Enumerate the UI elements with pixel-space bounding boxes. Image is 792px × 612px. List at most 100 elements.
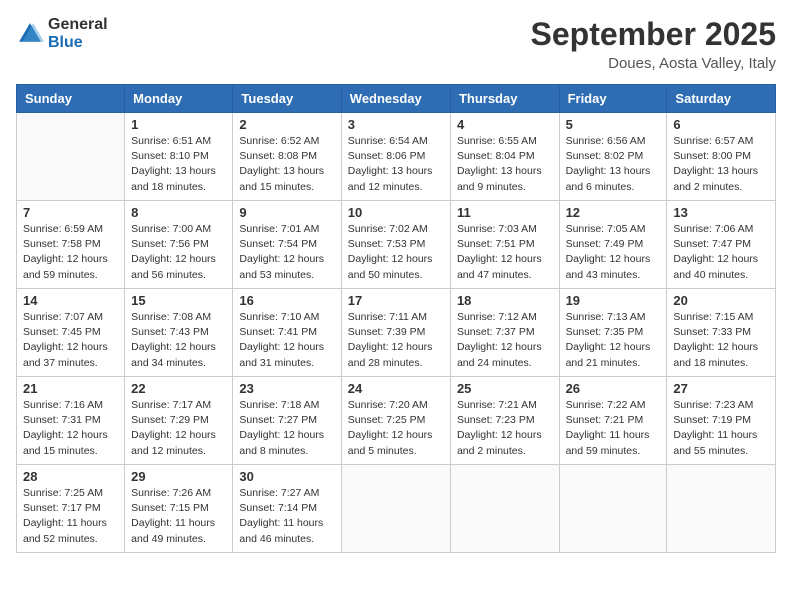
day-number: 23 xyxy=(239,381,334,396)
logo: General Blue xyxy=(16,16,108,52)
day-info: Sunrise: 7:25 AM Sunset: 7:17 PM Dayligh… xyxy=(23,486,118,547)
day-info: Sunrise: 7:18 AM Sunset: 7:27 PM Dayligh… xyxy=(239,398,334,459)
day-number: 18 xyxy=(457,293,553,308)
day-info: Sunrise: 7:26 AM Sunset: 7:15 PM Dayligh… xyxy=(131,486,226,547)
day-info: Sunrise: 7:03 AM Sunset: 7:51 PM Dayligh… xyxy=(457,222,553,283)
day-info: Sunrise: 7:16 AM Sunset: 7:31 PM Dayligh… xyxy=(23,398,118,459)
day-number: 22 xyxy=(131,381,226,396)
calendar-cell: 24Sunrise: 7:20 AM Sunset: 7:25 PM Dayli… xyxy=(341,377,450,465)
week-row-1: 1 Sunrise: 6:51 AM Sunset: 8:10 PM Daylig… xyxy=(17,113,776,201)
day-info: Sunrise: 6:59 AM Sunset: 7:58 PM Dayligh… xyxy=(23,222,118,283)
day-info: Sunrise: 7:15 AM Sunset: 7:33 PM Dayligh… xyxy=(673,310,769,371)
calendar-cell: 17 Sunrise: 7:11 AM Sunset: 7:39 PM Dayli… xyxy=(341,289,450,377)
day-info: Sunrise: 6:55 AM Sunset: 8:04 PM Dayligh… xyxy=(457,134,553,195)
calendar-cell: 25 Sunrise: 7:21 AM Sunset: 7:23 PM Dayli… xyxy=(450,377,559,465)
day-number: 4 xyxy=(457,117,553,132)
month-title: September 2025 xyxy=(531,16,776,53)
calendar-cell: 12 Sunrise: 7:05 AM Sunset: 7:49 PM Dayli… xyxy=(559,201,667,289)
day-number: 25 xyxy=(457,381,553,396)
weekday-header-thursday: Thursday xyxy=(450,85,559,113)
week-row-4: 21 Sunrise: 7:16 AM Sunset: 7:31 PM Dayli… xyxy=(17,377,776,465)
calendar-cell: 1 Sunrise: 6:51 AM Sunset: 8:10 PM Daylig… xyxy=(125,113,233,201)
calendar-cell: 27Sunrise: 7:23 AM Sunset: 7:19 PM Dayli… xyxy=(667,377,776,465)
calendar-cell xyxy=(667,465,776,553)
calendar-cell: 26 Sunrise: 7:22 AM Sunset: 7:21 PM Dayli… xyxy=(559,377,667,465)
calendar-cell xyxy=(559,465,667,553)
week-row-2: 7 Sunrise: 6:59 AM Sunset: 7:58 PM Daylig… xyxy=(17,201,776,289)
day-info: Sunrise: 7:13 AM Sunset: 7:35 PM Dayligh… xyxy=(566,310,661,371)
day-number: 17 xyxy=(348,293,444,308)
day-info: Sunrise: 7:08 AM Sunset: 7:43 PM Dayligh… xyxy=(131,310,226,371)
day-info: Sunrise: 7:12 AM Sunset: 7:37 PM Dayligh… xyxy=(457,310,553,371)
day-number: 9 xyxy=(239,205,334,220)
day-number: 29 xyxy=(131,469,226,484)
calendar-cell: 13Sunrise: 7:06 AM Sunset: 7:47 PM Dayli… xyxy=(667,201,776,289)
calendar-cell: 6Sunrise: 6:57 AM Sunset: 8:00 PM Daylig… xyxy=(667,113,776,201)
day-number: 30 xyxy=(239,469,334,484)
day-number: 8 xyxy=(131,205,226,220)
calendar-cell: 2 Sunrise: 6:52 AM Sunset: 8:08 PM Daylig… xyxy=(233,113,341,201)
day-number: 11 xyxy=(457,205,553,220)
calendar-cell: 28 Sunrise: 7:25 AM Sunset: 7:17 PM Dayli… xyxy=(17,465,125,553)
logo-blue-text: Blue xyxy=(48,34,83,51)
calendar-cell: 15 Sunrise: 7:08 AM Sunset: 7:43 PM Dayli… xyxy=(125,289,233,377)
day-info: Sunrise: 7:23 AM Sunset: 7:19 PM Dayligh… xyxy=(673,398,769,459)
logo-icon xyxy=(16,20,44,48)
page-header: General Blue September 2025 Doues, Aosta… xyxy=(16,16,776,72)
day-number: 12 xyxy=(566,205,661,220)
title-block: September 2025 Doues, Aosta Valley, Ital… xyxy=(531,16,776,72)
weekday-header-tuesday: Tuesday xyxy=(233,85,341,113)
day-number: 2 xyxy=(239,117,334,132)
weekday-header-monday: Monday xyxy=(125,85,233,113)
day-number: 5 xyxy=(566,117,661,132)
calendar-cell: 5 Sunrise: 6:56 AM Sunset: 8:02 PM Daylig… xyxy=(559,113,667,201)
calendar-cell: 22 Sunrise: 7:17 AM Sunset: 7:29 PM Dayli… xyxy=(125,377,233,465)
day-number: 1 xyxy=(131,117,226,132)
calendar-cell xyxy=(341,465,450,553)
week-row-3: 14Sunrise: 7:07 AM Sunset: 7:45 PM Dayli… xyxy=(17,289,776,377)
weekday-header-saturday: Saturday xyxy=(667,85,776,113)
day-number: 21 xyxy=(23,381,118,396)
calendar-cell: 16 Sunrise: 7:10 AM Sunset: 7:41 PM Dayli… xyxy=(233,289,341,377)
day-info: Sunrise: 6:52 AM Sunset: 8:08 PM Dayligh… xyxy=(239,134,334,195)
day-info: Sunrise: 6:51 AM Sunset: 8:10 PM Dayligh… xyxy=(131,134,226,195)
calendar-cell: 30Sunrise: 7:27 AM Sunset: 7:14 PM Dayli… xyxy=(233,465,341,553)
calendar-cell: 7 Sunrise: 6:59 AM Sunset: 7:58 PM Daylig… xyxy=(17,201,125,289)
week-row-5: 28 Sunrise: 7:25 AM Sunset: 7:17 PM Dayli… xyxy=(17,465,776,553)
day-info: Sunrise: 6:56 AM Sunset: 8:02 PM Dayligh… xyxy=(566,134,661,195)
calendar-cell: 3 Sunrise: 6:54 AM Sunset: 8:06 PM Daylig… xyxy=(341,113,450,201)
calendar-cell: 29 Sunrise: 7:26 AM Sunset: 7:15 PM Dayli… xyxy=(125,465,233,553)
calendar-cell xyxy=(17,113,125,201)
day-info: Sunrise: 7:21 AM Sunset: 7:23 PM Dayligh… xyxy=(457,398,553,459)
day-info: Sunrise: 7:17 AM Sunset: 7:29 PM Dayligh… xyxy=(131,398,226,459)
calendar-cell: 18 Sunrise: 7:12 AM Sunset: 7:37 PM Dayli… xyxy=(450,289,559,377)
day-number: 16 xyxy=(239,293,334,308)
day-info: Sunrise: 6:54 AM Sunset: 8:06 PM Dayligh… xyxy=(348,134,444,195)
calendar-cell: 19 Sunrise: 7:13 AM Sunset: 7:35 PM Dayli… xyxy=(559,289,667,377)
day-info: Sunrise: 7:05 AM Sunset: 7:49 PM Dayligh… xyxy=(566,222,661,283)
day-number: 28 xyxy=(23,469,118,484)
day-info: Sunrise: 7:00 AM Sunset: 7:56 PM Dayligh… xyxy=(131,222,226,283)
calendar-cell: 9Sunrise: 7:01 AM Sunset: 7:54 PM Daylig… xyxy=(233,201,341,289)
day-info: Sunrise: 7:20 AM Sunset: 7:25 PM Dayligh… xyxy=(348,398,444,459)
day-number: 14 xyxy=(23,293,118,308)
day-info: Sunrise: 7:02 AM Sunset: 7:53 PM Dayligh… xyxy=(348,222,444,283)
calendar-cell: 20Sunrise: 7:15 AM Sunset: 7:33 PM Dayli… xyxy=(667,289,776,377)
weekday-header-row: SundayMondayTuesdayWednesdayThursdayFrid… xyxy=(17,85,776,113)
calendar-cell: 21 Sunrise: 7:16 AM Sunset: 7:31 PM Dayli… xyxy=(17,377,125,465)
day-number: 26 xyxy=(566,381,661,396)
day-number: 3 xyxy=(348,117,444,132)
calendar-cell: 23 Sunrise: 7:18 AM Sunset: 7:27 PM Dayli… xyxy=(233,377,341,465)
day-info: Sunrise: 7:10 AM Sunset: 7:41 PM Dayligh… xyxy=(239,310,334,371)
day-info: Sunrise: 7:11 AM Sunset: 7:39 PM Dayligh… xyxy=(348,310,444,371)
calendar-cell: 11 Sunrise: 7:03 AM Sunset: 7:51 PM Dayli… xyxy=(450,201,559,289)
logo-general-text: General xyxy=(48,16,108,33)
day-number: 19 xyxy=(566,293,661,308)
day-number: 15 xyxy=(131,293,226,308)
calendar-cell: 4 Sunrise: 6:55 AM Sunset: 8:04 PM Daylig… xyxy=(450,113,559,201)
calendar-table: SundayMondayTuesdayWednesdayThursdayFrid… xyxy=(16,84,776,553)
calendar-cell: 8 Sunrise: 7:00 AM Sunset: 7:56 PM Daylig… xyxy=(125,201,233,289)
location-text: Doues, Aosta Valley, Italy xyxy=(531,55,776,72)
day-info: Sunrise: 7:22 AM Sunset: 7:21 PM Dayligh… xyxy=(566,398,661,459)
day-number: 7 xyxy=(23,205,118,220)
